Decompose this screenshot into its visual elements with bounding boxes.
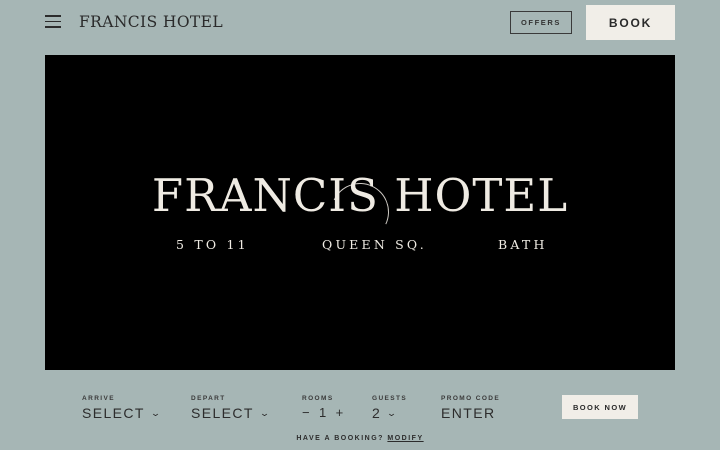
chevron-down-icon[interactable]: ⌄	[150, 408, 163, 419]
arrive-value[interactable]: SELECT	[82, 405, 145, 421]
rooms-value: 1	[319, 405, 328, 420]
rooms-field: ROOMS − 1 +	[302, 395, 345, 420]
arrive-field[interactable]: ARRIVE SELECT ⌄	[82, 395, 161, 421]
hero-address-city: BATH	[498, 237, 548, 252]
depart-field[interactable]: DEPART SELECT ⌄	[191, 395, 270, 421]
brand-logo[interactable]: FRANCIS HOTEL	[79, 13, 223, 31]
promo-code-label: PROMO CODE	[441, 395, 501, 402]
hero-address-street: 5 TO 11	[176, 237, 249, 252]
chevron-down-icon[interactable]: ⌄	[259, 408, 272, 419]
guests-label: GUESTS	[372, 395, 408, 402]
hamburger-menu-icon[interactable]	[45, 15, 61, 28]
chevron-down-icon[interactable]: ⌄	[386, 408, 399, 419]
promo-code-field[interactable]: PROMO CODE ENTER	[441, 395, 500, 421]
have-booking-line: HAVE A BOOKING? MODIFY	[0, 435, 720, 442]
book-button[interactable]: BOOK	[586, 5, 675, 40]
promo-code-input[interactable]: ENTER	[441, 405, 495, 421]
arrive-label: ARRIVE	[82, 395, 115, 402]
book-now-button[interactable]: BOOK NOW	[562, 395, 638, 419]
hero-address-square: QUEEN SQ.	[322, 237, 427, 252]
rooms-label: ROOMS	[302, 395, 334, 402]
hero-video[interactable]: FRANCIS HOTEL 5 TO 11 QUEEN SQ. BATH	[45, 55, 675, 370]
guests-value[interactable]: 2	[372, 405, 381, 421]
guests-field[interactable]: GUESTS 2 ⌄	[372, 395, 407, 421]
offers-button[interactable]: OFFERS	[510, 11, 572, 34]
modify-booking-link[interactable]: MODIFY	[387, 435, 423, 442]
rooms-increment-button[interactable]: +	[336, 405, 345, 420]
rooms-decrement-button[interactable]: −	[302, 405, 311, 420]
depart-value[interactable]: SELECT	[191, 405, 254, 421]
depart-label: DEPART	[191, 395, 226, 402]
have-booking-text: HAVE A BOOKING?	[296, 435, 384, 442]
